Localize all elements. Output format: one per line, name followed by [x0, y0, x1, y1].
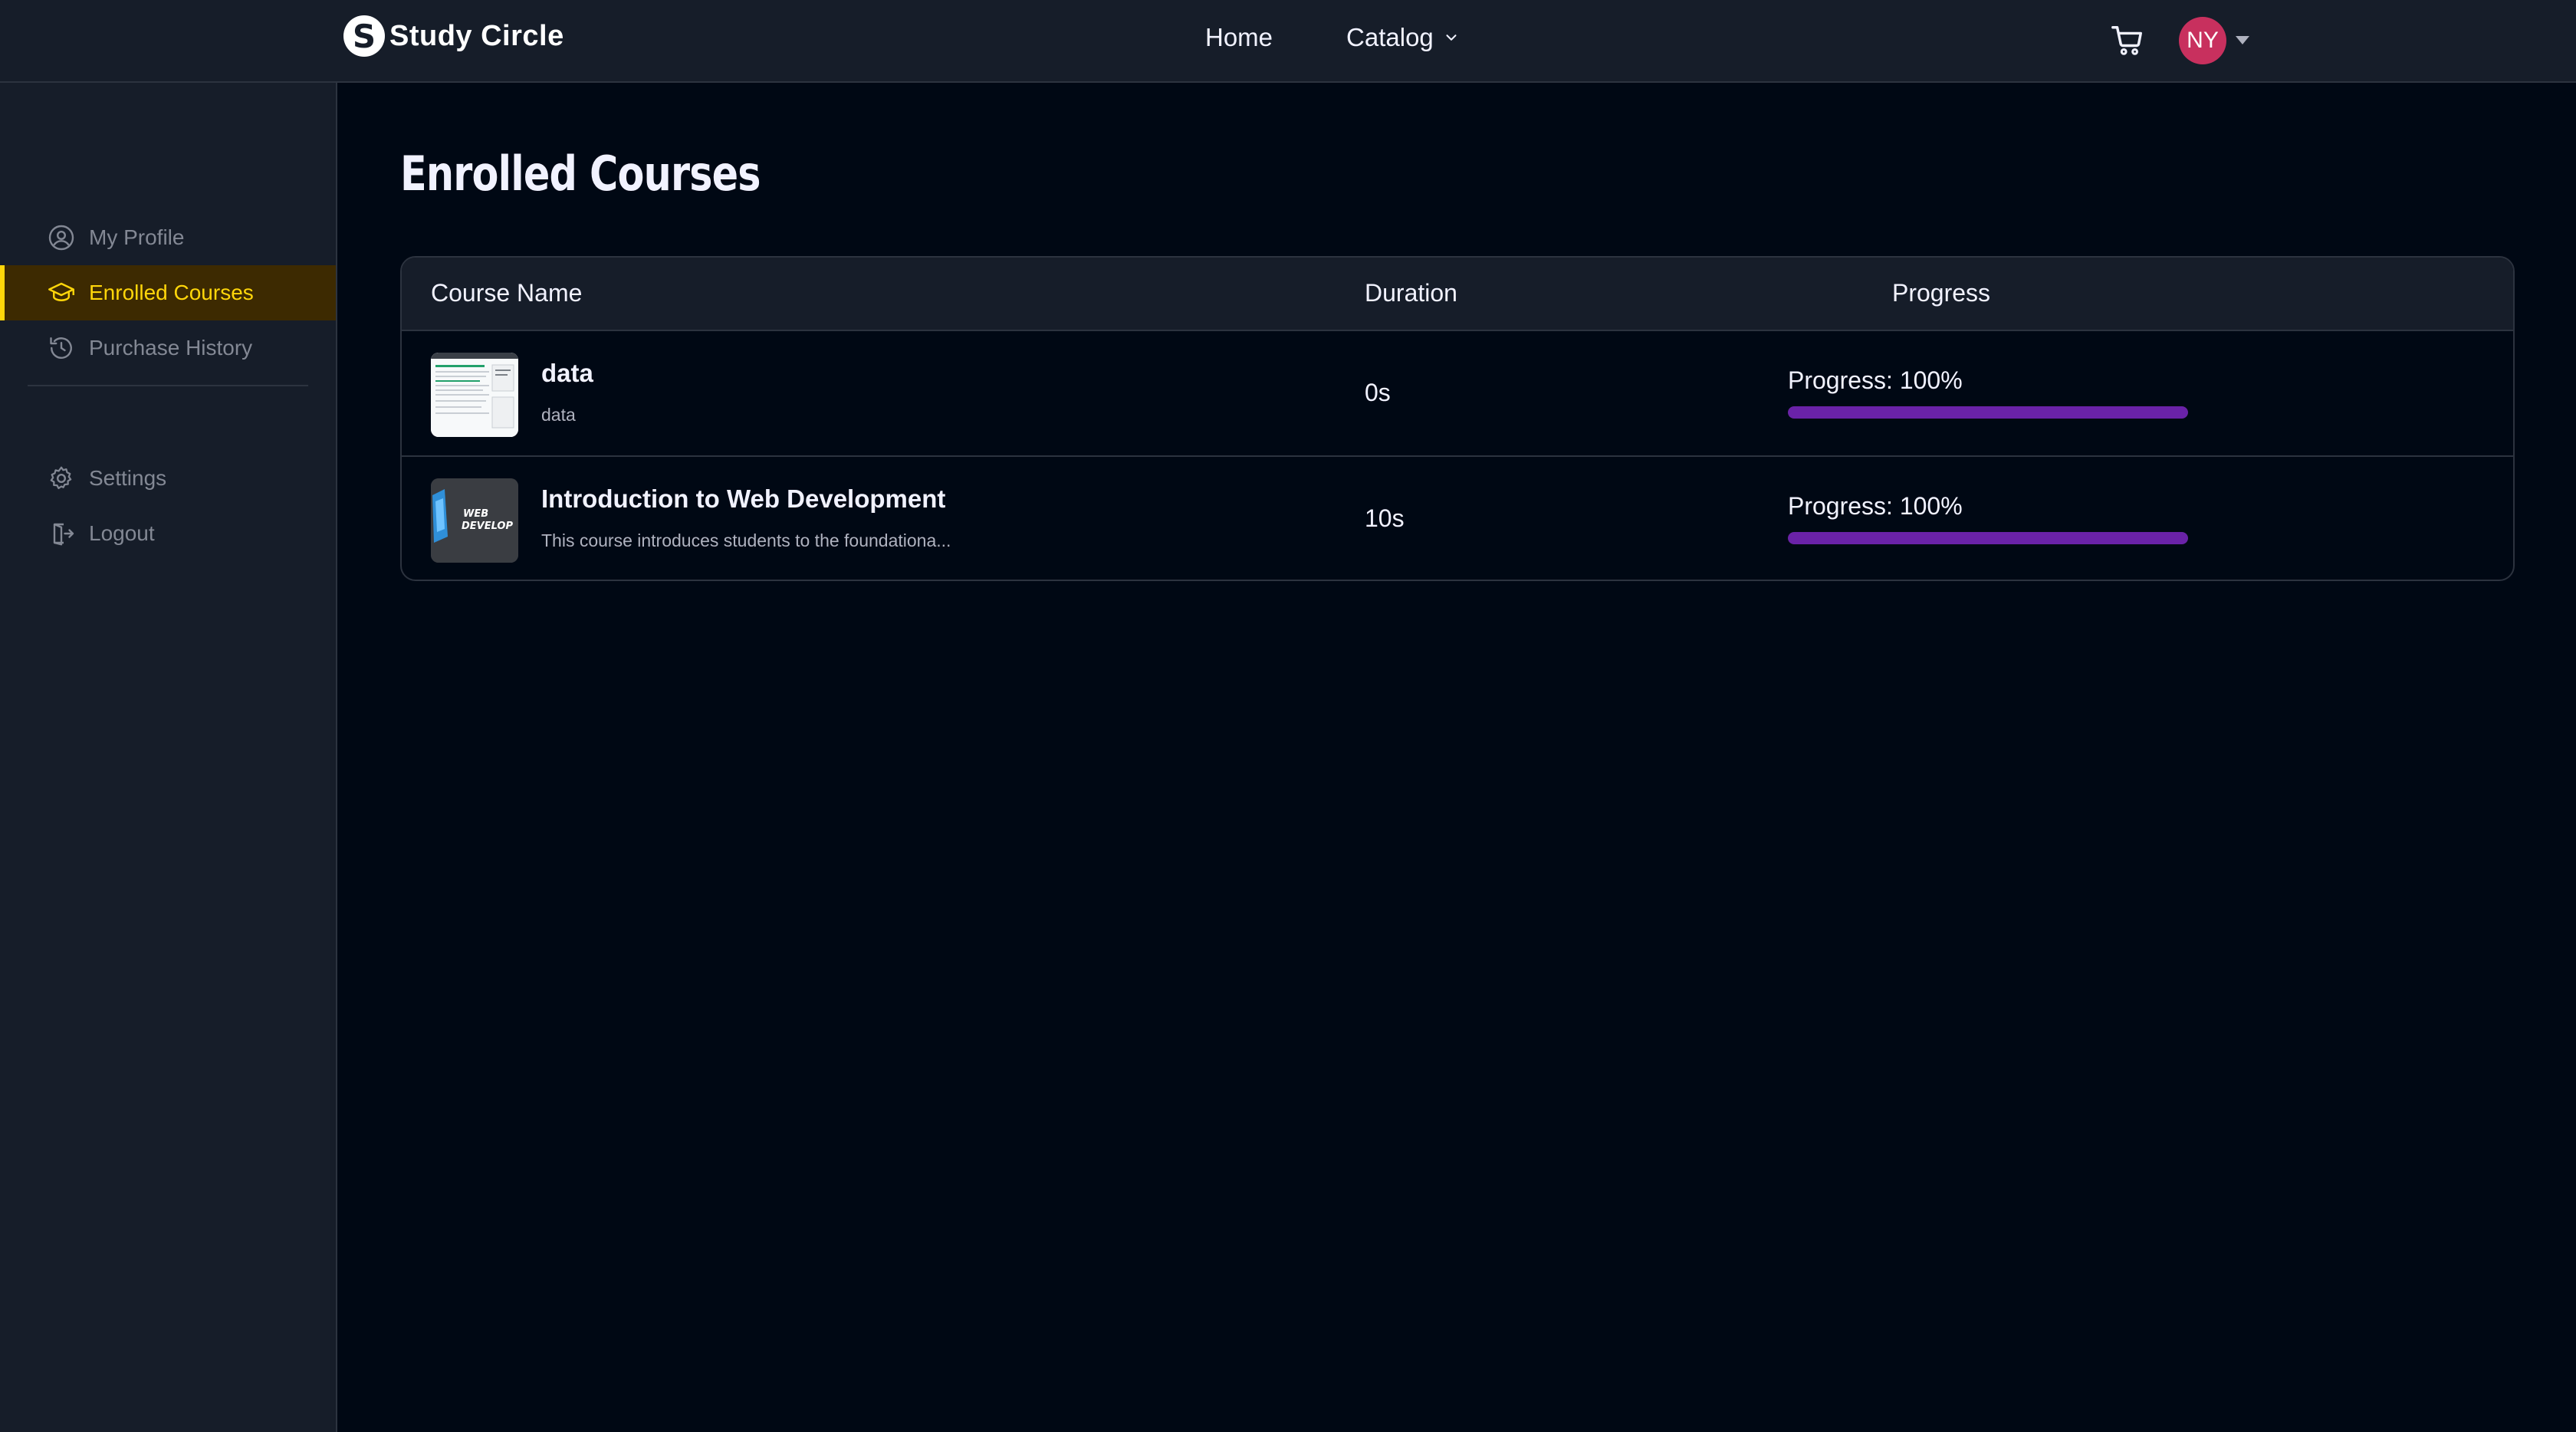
table-row[interactable]: WEB DEVELOP Introduction to Web Developm… [402, 457, 2513, 580]
gear-icon [50, 466, 72, 490]
course-thumbnail[interactable] [431, 353, 518, 437]
sidebar-item-my-profile[interactable]: My Profile [0, 210, 336, 265]
history-icon [50, 337, 72, 359]
top-navbar: S Study Circle Home Catalog NY [0, 0, 2576, 83]
course-description: This course introduces students to the f… [541, 530, 951, 550]
user-circle-icon [48, 225, 74, 251]
cart-icon[interactable] [2110, 23, 2145, 58]
progress-bar-fill [1788, 406, 2188, 419]
page-title: Enrolled Courses [400, 146, 761, 202]
sidebar-item-logout[interactable]: Logout [0, 506, 336, 561]
document-thumbnail-image [431, 353, 518, 437]
logo-icon: S [343, 15, 385, 57]
course-name[interactable]: Introduction to Web Development [541, 484, 945, 514]
sidebar-item-label: Enrolled Courses [89, 281, 254, 304]
course-thumbnail[interactable]: WEB DEVELOP [431, 478, 518, 563]
logout-icon [53, 523, 74, 546]
main-nav: Home Catalog [1205, 23, 1460, 52]
sidebar-item-label: Purchase History [89, 336, 253, 360]
sidebar: My Profile Enrolled Courses Purchase His… [0, 83, 337, 1432]
chevron-down-icon [1446, 34, 1457, 41]
course-description: data [541, 405, 576, 425]
nav-catalog-dropdown[interactable]: Catalog [1346, 23, 1460, 52]
web-development-thumbnail-image: WEB DEVELOP [431, 478, 518, 563]
table-header: Course Name Duration Progress [402, 258, 2513, 331]
sidebar-item-settings[interactable]: Settings [0, 451, 336, 506]
user-avatar[interactable]: NY [2179, 17, 2226, 64]
course-duration: 10s [1365, 504, 1405, 532]
progress-bar [1788, 406, 2188, 419]
header-progress: Progress [1892, 279, 1991, 307]
graduation-cap-icon [48, 282, 74, 301]
table-row[interactable]: data data 0s Progress: 100% [402, 331, 2513, 457]
sidebar-item-label: Settings [89, 466, 167, 490]
header-course-name: Course Name [431, 279, 583, 307]
caret-down-icon[interactable] [2234, 34, 2251, 46]
sidebar-item-enrolled-courses[interactable]: Enrolled Courses [0, 265, 336, 320]
nav-home-link[interactable]: Home [1205, 23, 1273, 52]
progress-bar [1788, 532, 2188, 544]
course-name[interactable]: data [541, 359, 593, 388]
sidebar-item-purchase-history[interactable]: Purchase History [0, 320, 336, 376]
progress-text: Progress: 100% [1788, 366, 1963, 394]
enrolled-courses-table: Course Name Duration Progress data data … [400, 256, 2515, 581]
header-duration: Duration [1365, 279, 1457, 307]
progress-text: Progress: 100% [1788, 492, 1963, 520]
sidebar-item-label: My Profile [89, 225, 185, 249]
brand-name: Study Circle [389, 19, 564, 52]
course-duration: 0s [1365, 379, 1391, 406]
sidebar-item-label: Logout [89, 521, 155, 545]
sidebar-divider [28, 385, 308, 386]
brand-logo[interactable]: S Study Circle [343, 14, 564, 58]
nav-catalog-label: Catalog [1346, 23, 1434, 51]
progress-bar-fill [1788, 532, 2188, 544]
